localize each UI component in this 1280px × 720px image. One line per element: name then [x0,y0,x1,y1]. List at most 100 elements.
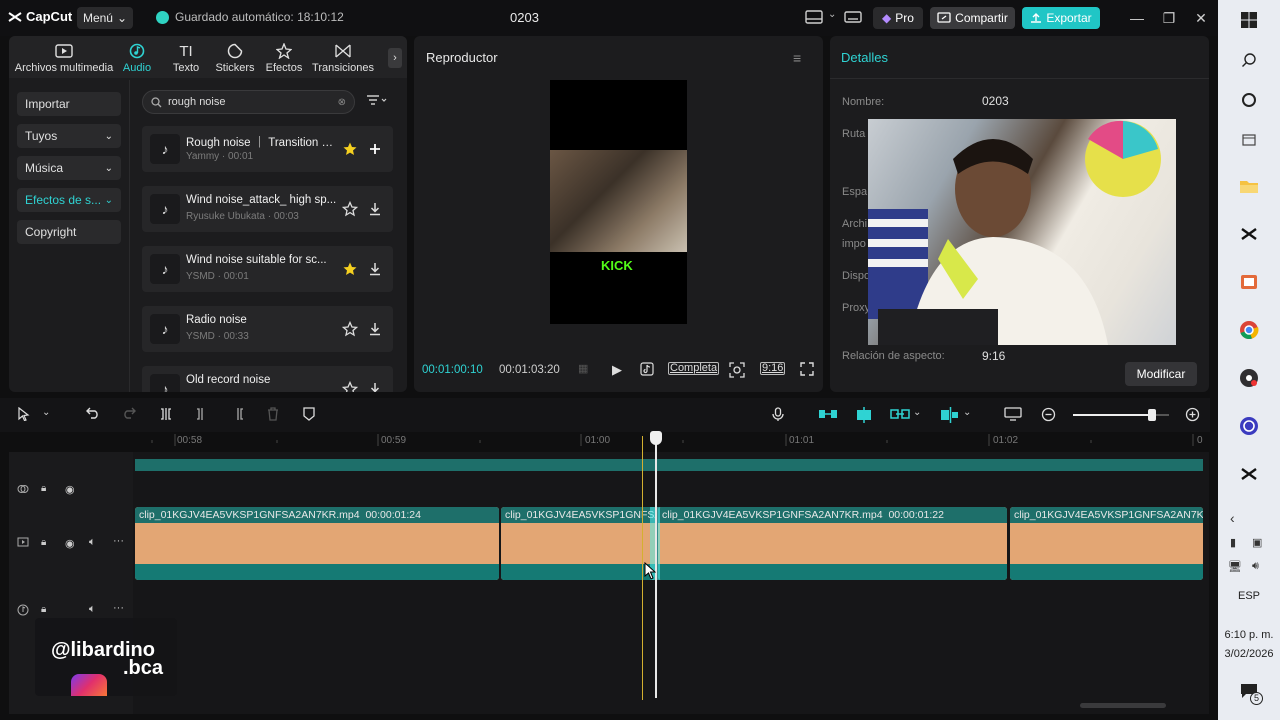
marker-icon[interactable] [303,407,315,421]
speaker-icon[interactable]: 🔈︎ [89,603,96,616]
language-indicator[interactable]: ESP [1218,590,1280,602]
tiktok-icon[interactable] [640,362,654,376]
delete-icon[interactable] [267,407,279,421]
share-button[interactable]: Compartir [930,7,1015,29]
video-clip[interactable]: clip_01KGJV4EA5VKSP1GNFSA2AN7KR.mp4 00:0… [658,507,1007,580]
more-icon[interactable]: ··· [113,602,124,614]
star-outline-icon[interactable] [342,321,358,337]
microphone-icon[interactable] [772,407,784,422]
split-left-icon[interactable] [195,407,209,421]
eye-icon[interactable]: ◉ [65,483,75,496]
modify-button[interactable]: Modificar [1125,362,1197,386]
lock-icon[interactable]: 🔒︎ [41,483,46,494]
aspect-ratio-button[interactable]: 9:16 [760,362,786,375]
tab-stickers[interactable]: Stickers [211,42,259,74]
more-icon[interactable]: ··· [113,535,124,547]
tabs-next-icon[interactable]: › [388,48,402,68]
nav-yours[interactable]: Tuyos ⌄ [17,124,121,148]
task-view-icon[interactable] [1237,128,1261,152]
eye-icon[interactable]: ◉ [65,537,75,550]
clear-icon[interactable]: ⊗ [338,97,346,108]
sound-item[interactable]: ♪ Rough noise ｜ Transition ｜... Yammy · … [142,126,393,172]
star-outline-icon[interactable] [342,201,358,217]
download-icon[interactable] [367,201,383,217]
clock-date[interactable]: 3/02/2026 [1218,648,1280,660]
tab-audio[interactable]: Audio [117,42,157,74]
network-icon[interactable]: 🖥︎ [1228,560,1242,573]
volume-icon[interactable]: 🔊︎ [1252,560,1259,573]
restore-icon[interactable]: ❐ [1160,10,1178,27]
zoom-out-icon[interactable] [1041,407,1056,422]
app-window-icon[interactable] [1237,270,1261,294]
nav-import[interactable]: Importar [17,92,121,116]
tab-transitions[interactable]: Transiciones [309,42,377,74]
chevron-down-icon[interactable]: ⌄ [913,407,921,418]
tray-expand-icon[interactable]: ‹ [1230,510,1235,526]
video-clip[interactable]: clip_01KGJV4EA5VKSP1GNFSA2AN7KR.mp4 [501,507,656,580]
timeline-scrollbar[interactable] [1080,703,1166,708]
pro-button[interactable]: ◆ Pro [873,7,923,29]
add-icon[interactable] [367,141,383,157]
download-icon[interactable] [367,381,383,392]
nav-sound-effects[interactable]: Efectos de s... ⌄ [17,188,121,212]
hamburger-icon[interactable]: ≡ [793,50,801,66]
redo-icon[interactable] [122,407,136,419]
sound-item[interactable]: ♪ Wind noise suitable for sc... YSMD · 0… [142,246,393,292]
star-filled-icon[interactable] [342,261,358,277]
star-filled-icon[interactable] [342,141,358,157]
lock-icon[interactable]: 🔒︎ [41,604,46,615]
select-tool-icon[interactable] [18,407,30,421]
star-outline-icon[interactable] [342,381,358,392]
layout-icon[interactable] [805,10,823,24]
layout-chevron-icon[interactable]: ⌄ [828,9,836,20]
search-icon[interactable] [1237,48,1261,72]
undo-icon[interactable] [86,407,100,419]
chevron-down-icon[interactable]: ⌄ [963,407,971,418]
app-circle-icon[interactable] [1237,414,1261,438]
filter-icon[interactable] [366,94,388,106]
fullscreen-icon[interactable] [800,362,814,376]
capcut-active-icon[interactable] [1237,462,1261,486]
overlay-track-clip[interactable] [135,459,1203,471]
nav-copyright[interactable]: Copyright [17,220,121,244]
download-icon[interactable] [367,321,383,337]
menu-button[interactable]: Menú ⌄ [77,7,133,29]
grid-icon[interactable]: ▦ [578,362,588,375]
capcut-taskbar-icon[interactable] [1237,222,1261,246]
sound-item[interactable]: ♪ Wind noise_attack_ high sp... Ryusuke … [142,186,393,232]
tab-media[interactable]: Archivos multimedia [13,42,115,74]
close-icon[interactable]: ✕ [1192,10,1210,27]
lock-icon[interactable]: 🔒︎ [41,537,46,548]
preview-axis-icon[interactable] [940,407,960,423]
clock-time[interactable]: 6:10 p. m. [1218,629,1280,641]
tab-text[interactable]: TI Texto [164,42,208,75]
usb-icon[interactable]: ▮ [1230,536,1236,549]
video-clip[interactable]: clip_01KGJV4EA5VKSP1GNFSA2AN7KR.mp4 00:0… [135,507,499,580]
video-clip[interactable]: clip_01KGJV4EA5VKSP1GNFSA2AN7KR.m [1010,507,1203,580]
zoom-slider-handle[interactable] [1147,409,1156,421]
split-right-icon[interactable] [231,407,245,421]
auto-snap-icon[interactable] [854,407,874,423]
zoom-fit-icon[interactable] [729,362,745,378]
display-icon[interactable]: ▣ [1252,536,1262,549]
tab-effects[interactable]: Efectos [262,42,306,74]
export-button[interactable]: Exportar [1022,7,1100,29]
chrome-icon[interactable] [1237,318,1261,342]
timeline-settings-icon[interactable] [1004,407,1022,421]
playhead-handle[interactable] [650,431,662,445]
obs-icon[interactable] [1237,366,1261,390]
file-explorer-icon[interactable] [1237,174,1261,198]
keyboard-icon[interactable] [844,10,862,24]
chevron-down-icon[interactable]: ⌄ [42,407,50,418]
split-icon[interactable] [159,407,173,421]
windows-start-icon[interactable] [1237,8,1261,32]
nav-music[interactable]: Música ⌄ [17,156,121,180]
zoom-in-icon[interactable] [1185,407,1200,422]
download-icon[interactable] [367,261,383,277]
play-icon[interactable]: ▶ [612,362,622,378]
timeline-ruler[interactable] [135,432,1203,452]
link-icon[interactable] [890,407,910,421]
main-track-magnet-icon[interactable] [818,407,838,421]
sound-item[interactable]: ♪ Old record noise [142,366,393,392]
sound-item[interactable]: ♪ Radio noise YSMD · 00:33 [142,306,393,352]
